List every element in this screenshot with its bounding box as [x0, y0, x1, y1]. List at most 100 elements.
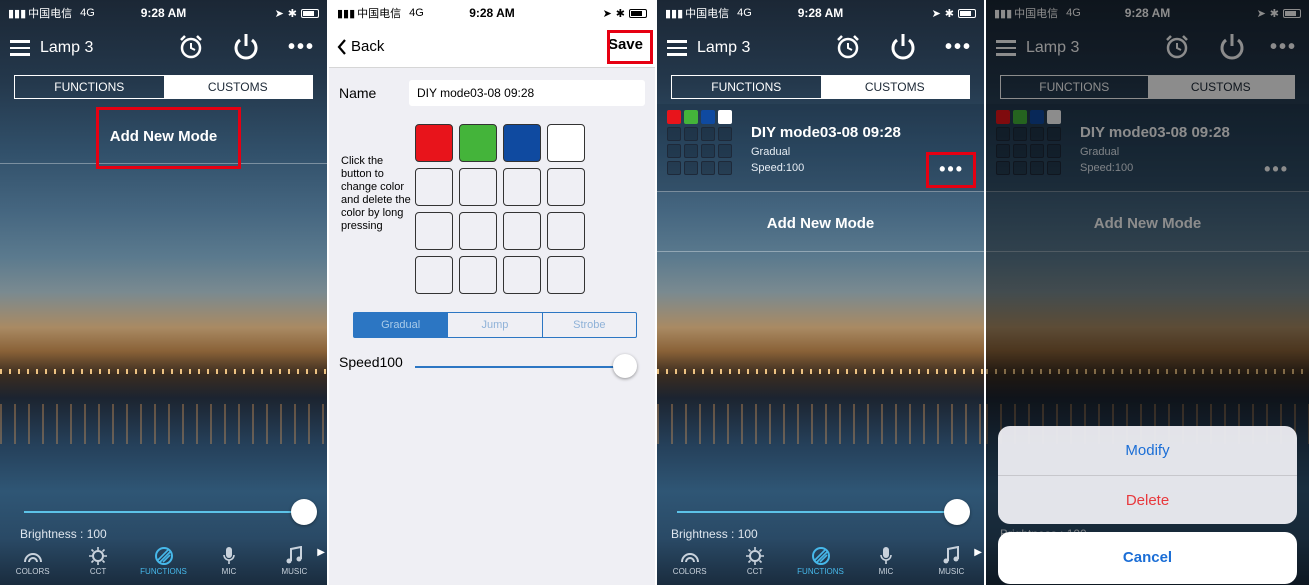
brightness-slider-track[interactable]: [24, 511, 306, 513]
color-slot[interactable]: [547, 212, 585, 250]
mini-color-slot: [684, 144, 698, 158]
highlight-box: [96, 107, 241, 169]
back-label: Back: [351, 38, 385, 55]
battery-icon: [958, 8, 976, 18]
tab-label: FUNCTIONS: [140, 567, 187, 576]
bluetooth-icon: ✱: [287, 7, 297, 20]
name-input[interactable]: [409, 80, 645, 106]
action-sheet: Modify Delete: [998, 426, 1297, 524]
color-hint: Click the button to change color and del…: [341, 155, 411, 232]
speed-slider-knob[interactable]: [613, 354, 637, 378]
tab-colors[interactable]: COLORS: [0, 541, 65, 585]
mini-color-slot: [701, 161, 715, 175]
color-grid: [415, 124, 585, 294]
cancel-button[interactable]: Cancel: [998, 532, 1297, 584]
alarm-clock-icon[interactable]: [178, 34, 204, 60]
tab-label: MIC: [878, 567, 894, 576]
brightness-slider-knob[interactable]: [291, 499, 317, 525]
brightness-label: Brightness : 100: [671, 527, 758, 541]
menu-icon[interactable]: [10, 40, 30, 56]
color-slot[interactable]: [547, 256, 585, 294]
tab-functions-bottom[interactable]: FUNCTIONS: [788, 541, 853, 585]
color-slot[interactable]: [459, 124, 497, 162]
location-icon: ➤: [602, 7, 612, 20]
status-bar: ▮▮▮ 中国电信 4G 9:28 AM ➤ ✱: [329, 0, 655, 26]
signal-icon: ▮▮▮: [337, 7, 356, 20]
back-button[interactable]: Back: [337, 38, 384, 55]
mini-color-slot: [718, 127, 732, 141]
tab-label: MIC: [221, 567, 237, 576]
color-slot[interactable]: [415, 212, 453, 250]
status-bar: ▮▮▮ 中国电信 4G 9:28 AM ➤ ✱: [657, 0, 984, 26]
tab-functions[interactable]: FUNCTIONS: [672, 76, 821, 98]
transition-mode-segment: Gradual Jump Strobe: [353, 312, 637, 338]
color-slot[interactable]: [459, 168, 497, 206]
speed-label: Speed100: [339, 354, 403, 370]
tab-cct[interactable]: CCT: [722, 541, 787, 585]
tab-functions[interactable]: FUNCTIONS: [15, 76, 164, 98]
mini-color-slot: [667, 110, 681, 124]
tab-mic[interactable]: MIC: [853, 541, 918, 585]
speed-slider-track[interactable]: [415, 366, 625, 368]
functions-icon: [788, 545, 853, 567]
tab-colors[interactable]: COLORS: [657, 541, 722, 585]
power-icon[interactable]: [232, 32, 260, 62]
mode-jump[interactable]: Jump: [447, 313, 541, 337]
tab-cct[interactable]: CCT: [65, 541, 130, 585]
color-slot[interactable]: [547, 124, 585, 162]
entry-speed: Speed:100: [751, 162, 805, 174]
mini-color-slot: [667, 161, 681, 175]
scroll-right-icon[interactable]: ▶: [317, 547, 325, 558]
mode-segment: FUNCTIONS CUSTOMS: [671, 75, 970, 99]
brightness-slider-track[interactable]: [677, 511, 959, 513]
add-new-mode-button[interactable]: Add New Mode: [657, 196, 984, 252]
delete-button[interactable]: Delete: [998, 475, 1297, 524]
color-slot[interactable]: [415, 124, 453, 162]
network-label: 4G: [409, 7, 424, 19]
color-slot[interactable]: [503, 256, 541, 294]
screen-functions-add-mode: ▮▮▮ 中国电信 4G 9:28 AM ➤ ✱ Lamp 3 ••• FUNCTI…: [0, 0, 327, 585]
color-slot[interactable]: [415, 168, 453, 206]
mode-gradual[interactable]: Gradual: [354, 313, 448, 337]
tab-functions-bottom[interactable]: FUNCTIONS: [131, 541, 196, 585]
more-icon[interactable]: •••: [945, 37, 972, 57]
more-icon[interactable]: •••: [288, 37, 315, 57]
microphone-icon: [196, 545, 261, 567]
color-slot[interactable]: [503, 212, 541, 250]
mini-color-slot: [684, 161, 698, 175]
tab-mic[interactable]: MIC: [196, 541, 261, 585]
brightness-slider-knob[interactable]: [944, 499, 970, 525]
color-slot[interactable]: [503, 168, 541, 206]
location-icon: ➤: [931, 7, 941, 20]
scroll-right-icon[interactable]: ▶: [974, 547, 982, 558]
tab-customs[interactable]: CUSTOMS: [163, 76, 312, 98]
screen-action-sheet: ▮▮▮ 中国电信 4G 9:28 AM ➤ ✱ Lamp 3 ••• FUNCTI…: [986, 0, 1309, 585]
bottom-tabbar: COLORS CCT FUNCTIONS MIC MUSIC ▶: [657, 541, 984, 585]
bottom-tabbar: COLORS CCT FUNCTIONS MIC MUSIC ▶: [0, 541, 327, 585]
rainbow-icon: [657, 545, 722, 567]
mini-color-slot: [684, 127, 698, 141]
menu-icon[interactable]: [667, 40, 687, 56]
highlight-box: [926, 152, 976, 188]
battery-icon: [301, 8, 319, 18]
mini-color-slot: [701, 127, 715, 141]
color-slot[interactable]: [415, 256, 453, 294]
color-slot[interactable]: [459, 256, 497, 294]
entry-mode: Gradual: [751, 146, 791, 158]
modify-button[interactable]: Modify: [998, 426, 1297, 475]
mini-color-slot: [718, 110, 732, 124]
battery-icon: [629, 8, 647, 18]
alarm-clock-icon[interactable]: [835, 34, 861, 60]
carrier-label: 中国电信: [28, 8, 73, 20]
color-slot[interactable]: [503, 124, 541, 162]
microphone-icon: [853, 545, 918, 567]
signal-icon: ▮▮▮: [8, 7, 27, 20]
tab-customs[interactable]: CUSTOMS: [820, 76, 969, 98]
color-slot[interactable]: [547, 168, 585, 206]
tab-label: FUNCTIONS: [797, 567, 844, 576]
mode-strobe[interactable]: Strobe: [541, 313, 636, 337]
top-nav: Lamp 3 •••: [657, 26, 984, 70]
custom-mode-entry[interactable]: DIY mode03-08 09:28 Gradual Speed:100 ••…: [657, 104, 984, 192]
color-slot[interactable]: [459, 212, 497, 250]
power-icon[interactable]: [889, 32, 917, 62]
